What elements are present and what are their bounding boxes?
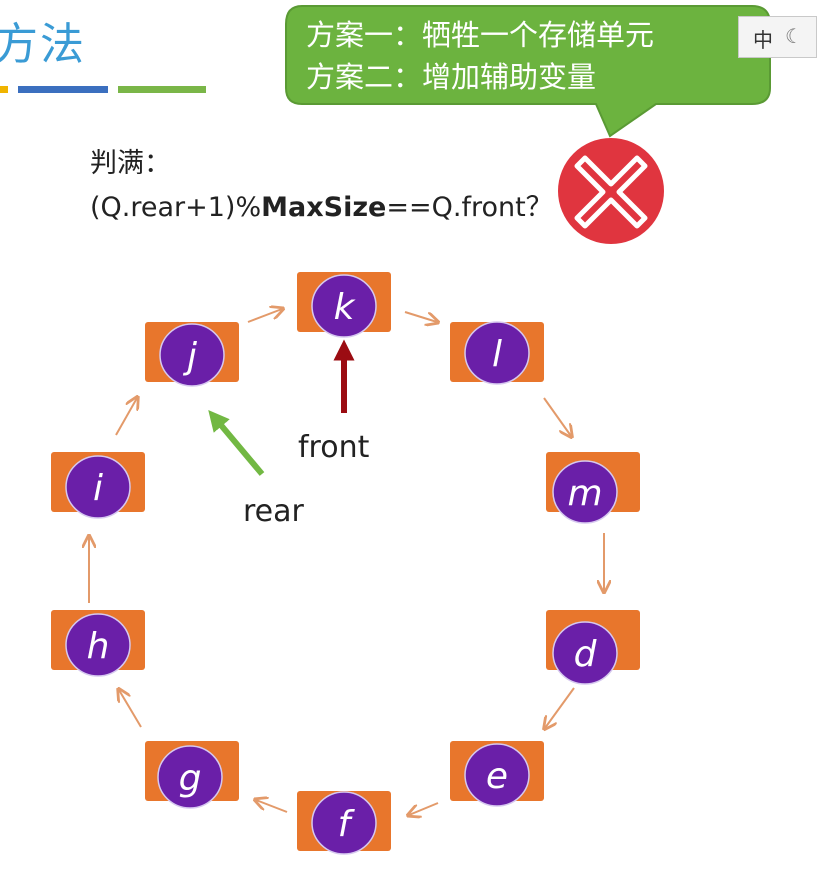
queue-link-5 bbox=[256, 800, 288, 813]
rear-pointer-label: rear bbox=[243, 494, 305, 529]
queue-link-0 bbox=[404, 311, 437, 322]
queue-node-k: k bbox=[297, 272, 391, 338]
queue-element-label: i bbox=[93, 468, 103, 509]
front-pointer-label: front bbox=[298, 430, 370, 465]
queue-link-6 bbox=[119, 690, 142, 728]
queue-element-label: h bbox=[87, 626, 110, 667]
queue-node-j: j bbox=[145, 322, 239, 387]
queue-link-4 bbox=[409, 802, 439, 815]
queue-link-8 bbox=[115, 398, 137, 436]
queue-element-label: l bbox=[492, 334, 502, 375]
queue-node-l: l bbox=[450, 321, 544, 385]
circular-queue-diagram: k l m d e f g h i j front rear bbox=[51, 272, 640, 855]
queue-node-i: i bbox=[51, 452, 145, 519]
queue-node-d: d bbox=[546, 610, 640, 685]
queue-link-3 bbox=[545, 687, 575, 728]
queue-link-1 bbox=[543, 397, 571, 436]
queue-node-g: g bbox=[145, 741, 239, 809]
queue-node-h: h bbox=[51, 610, 145, 677]
queue-node-m: m bbox=[546, 452, 640, 524]
queue-link-9 bbox=[247, 309, 282, 323]
queue-node-e: e bbox=[450, 741, 544, 807]
rear-pointer-arrow bbox=[208, 409, 265, 476]
queue-element-label: g bbox=[179, 758, 202, 799]
queue-element-label: k bbox=[334, 287, 357, 328]
queue-element-label: e bbox=[486, 756, 508, 797]
queue-node-f: f bbox=[297, 791, 391, 855]
queue-element-label: d bbox=[574, 634, 598, 675]
queue-element-label: m bbox=[567, 473, 602, 514]
